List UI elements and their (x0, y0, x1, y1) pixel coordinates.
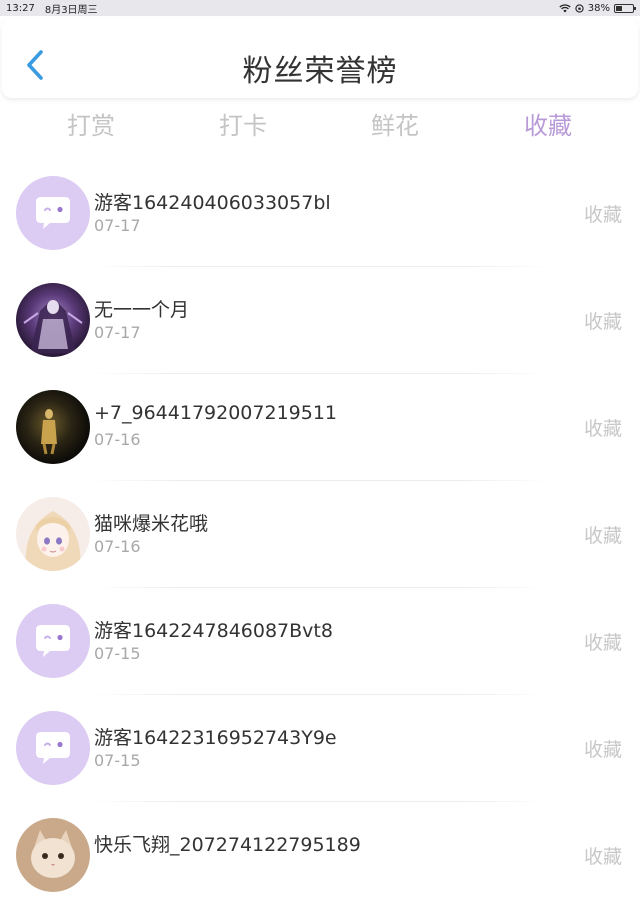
fan-date: 07-17 (94, 323, 141, 342)
list-item[interactable]: 快乐飞翔_207274122795189 收藏 (0, 802, 640, 909)
dark-purple-character-avatar[interactable] (16, 283, 90, 357)
list-item[interactable]: 猫咪爆米花哦 07-16 收藏 (0, 481, 640, 588)
fan-name: 游客16422316952743Y9e (94, 727, 337, 749)
nav-bar: 粉丝荣誉榜 (2, 18, 638, 98)
list-item[interactable]: +7_96441792007219511 07-16 收藏 (0, 374, 640, 481)
dark-golden-figure-avatar[interactable] (16, 390, 90, 464)
page-title: 粉丝荣誉榜 (242, 54, 398, 89)
list-item[interactable]: 游客1642247846087Bvt8 07-15 收藏 (0, 588, 640, 695)
fan-date: 07-16 (94, 430, 141, 449)
status-bar: 13:27 8月3日周三 38% (0, 0, 640, 16)
action-label: 收藏 (583, 418, 622, 440)
status-date: 8月3日周三 (44, 4, 98, 16)
action-label: 收藏 (583, 739, 622, 761)
default-chat-avatar[interactable] (16, 604, 90, 678)
status-time: 13:27 (6, 2, 35, 14)
tab-checkin[interactable]: 打卡 (219, 106, 267, 141)
fan-name: 无一一个月 (94, 299, 190, 321)
fan-date: 07-15 (94, 751, 141, 770)
tab-bar: 打赏 打卡 鲜花 收藏 (0, 100, 640, 146)
fan-date: 07-16 (94, 537, 141, 556)
fan-name: 游客164240406033057bl (94, 192, 331, 214)
fan-date: 07-17 (94, 216, 141, 235)
battery-icon (614, 3, 636, 13)
list-item[interactable]: 无一一个月 07-17 收藏 (0, 267, 640, 374)
fan-name: +7_96441792007219511 (94, 402, 338, 424)
battery-level (616, 5, 623, 11)
anime-girl-avatar[interactable] (16, 497, 90, 571)
tab-favorites[interactable]: 收藏 (524, 106, 572, 141)
orientation-lock-icon (575, 3, 584, 13)
tab-reward[interactable]: 打赏 (67, 106, 115, 141)
action-label: 收藏 (583, 311, 622, 333)
action-label: 收藏 (583, 525, 622, 547)
fan-date: 07-15 (94, 644, 141, 663)
list-item[interactable]: 游客16422316952743Y9e 07-15 收藏 (0, 695, 640, 802)
wifi-icon (559, 3, 571, 12)
tab-flowers[interactable]: 鲜花 (371, 106, 419, 141)
action-label: 收藏 (583, 204, 622, 226)
default-chat-avatar[interactable] (16, 176, 90, 250)
fan-list: 游客164240406033057bl 07-17 收藏 无一一个月 07-17… (0, 160, 640, 909)
cat-photo-avatar[interactable] (16, 818, 90, 892)
battery-percent: 38% (587, 2, 610, 14)
fan-name: 猫咪爆米花哦 (94, 513, 209, 535)
fan-name: 游客1642247846087Bvt8 (94, 620, 333, 642)
default-chat-avatar[interactable] (16, 711, 90, 785)
action-label: 收藏 (583, 632, 622, 654)
action-label: 收藏 (583, 846, 622, 868)
list-item[interactable]: 游客164240406033057bl 07-17 收藏 (0, 160, 640, 267)
